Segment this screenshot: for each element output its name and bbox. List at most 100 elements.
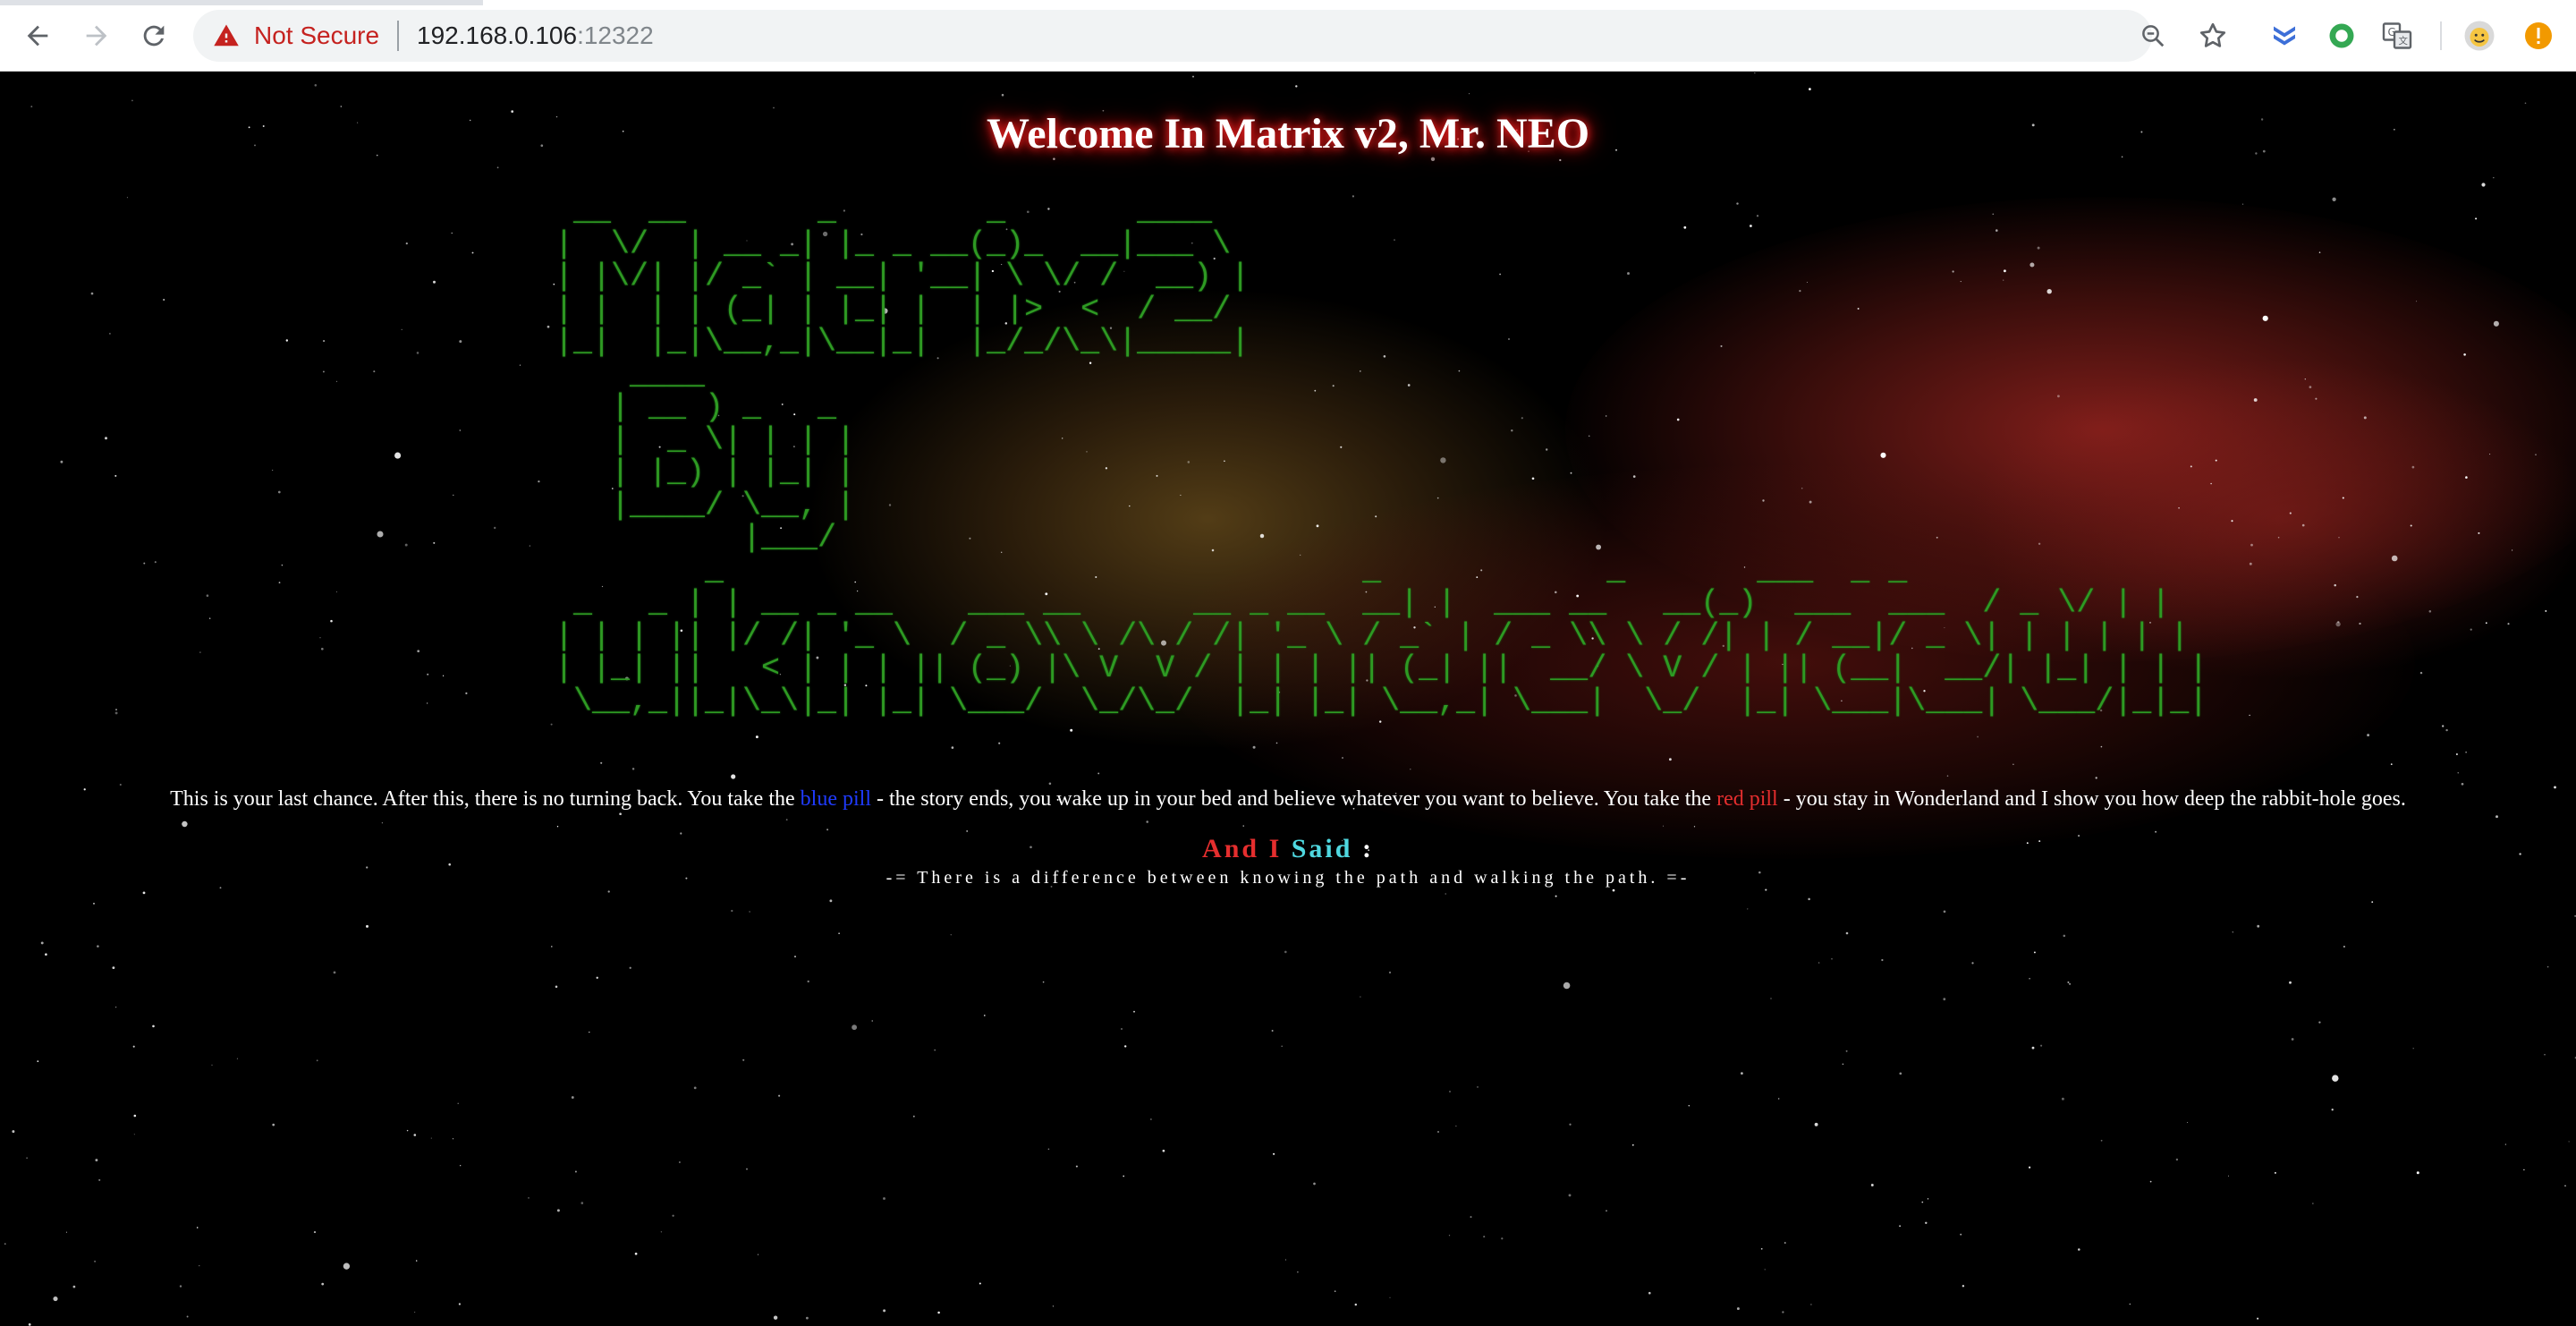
star bbox=[2289, 512, 2292, 514]
star bbox=[335, 591, 337, 593]
star bbox=[186, 1315, 189, 1318]
star bbox=[2257, 1317, 2259, 1320]
star bbox=[2334, 583, 2336, 587]
back-button[interactable] bbox=[18, 16, 57, 55]
ascii-art-banner: __ __ _ _ ____ | \/ | __ _| |_ _ __(_)_ … bbox=[555, 193, 2208, 719]
star bbox=[807, 980, 809, 983]
star bbox=[2470, 628, 2472, 631]
url-text[interactable]: 192.168.0.106:12322 bbox=[417, 21, 654, 51]
star bbox=[629, 966, 631, 969]
star bbox=[1448, 1235, 1451, 1237]
star bbox=[672, 1214, 674, 1217]
star bbox=[571, 1096, 574, 1099]
star bbox=[2416, 1171, 2419, 1175]
extension-button-1[interactable] bbox=[2267, 18, 2302, 54]
star bbox=[1569, 1123, 1572, 1126]
star bbox=[94, 1260, 97, 1262]
reload-button[interactable] bbox=[134, 16, 174, 55]
star bbox=[2274, 1171, 2276, 1174]
star bbox=[1810, 1304, 1812, 1305]
update-button[interactable] bbox=[2521, 18, 2556, 54]
star bbox=[679, 1161, 681, 1163]
update-alert-icon bbox=[2525, 22, 2552, 49]
star bbox=[459, 429, 461, 431]
star bbox=[1870, 1184, 1874, 1186]
star bbox=[1075, 1165, 1078, 1168]
star bbox=[1845, 931, 1849, 935]
star bbox=[199, 651, 201, 653]
star bbox=[2332, 1075, 2339, 1082]
star bbox=[1782, 1311, 1784, 1313]
star bbox=[778, 1094, 781, 1097]
star bbox=[433, 280, 436, 284]
star bbox=[2457, 772, 2459, 774]
star bbox=[794, 956, 796, 958]
zoom-out-icon bbox=[2142, 25, 2165, 47]
extension-button-2[interactable] bbox=[2324, 18, 2360, 54]
star bbox=[154, 561, 157, 564]
star bbox=[90, 292, 94, 295]
star bbox=[2465, 476, 2468, 479]
active-tab-edge[interactable] bbox=[483, 0, 2576, 5]
star bbox=[2033, 951, 2036, 954]
translate-button[interactable]: G文 bbox=[2379, 18, 2415, 54]
star bbox=[1765, 888, 1767, 891]
star bbox=[731, 909, 733, 913]
star bbox=[1921, 1201, 1924, 1203]
star bbox=[1784, 1242, 1786, 1244]
star bbox=[2445, 728, 2448, 732]
star bbox=[1150, 1118, 1152, 1120]
star bbox=[1001, 93, 1004, 97]
star bbox=[2343, 946, 2345, 948]
bookmark-button[interactable] bbox=[2195, 18, 2231, 54]
star bbox=[1563, 982, 1571, 990]
omnibox-separator bbox=[397, 21, 399, 51]
star bbox=[65, 1231, 67, 1233]
star bbox=[2318, 251, 2321, 253]
star bbox=[2359, 622, 2361, 625]
star bbox=[343, 1262, 351, 1270]
star bbox=[2067, 981, 2070, 983]
star bbox=[496, 166, 499, 169]
star bbox=[72, 1285, 76, 1288]
star bbox=[1736, 1307, 1740, 1311]
star bbox=[2524, 102, 2527, 105]
quote-part-3: - you stay in Wonderland and I show you … bbox=[1777, 787, 2406, 811]
star bbox=[433, 541, 436, 544]
star bbox=[2416, 301, 2418, 302]
not-secure-label[interactable]: Not Secure bbox=[254, 21, 379, 51]
matrix-quote: This is your last chance. After this, th… bbox=[0, 785, 2576, 813]
star bbox=[838, 932, 840, 935]
address-bar[interactable]: Not Secure 192.168.0.106:12322 bbox=[193, 10, 2165, 62]
svg-text:G: G bbox=[2388, 26, 2396, 38]
star bbox=[2493, 176, 2495, 179]
star bbox=[105, 437, 107, 440]
star bbox=[115, 709, 117, 710]
star bbox=[1477, 1086, 1479, 1088]
star bbox=[1275, 742, 1278, 744]
star bbox=[236, 1058, 238, 1059]
star bbox=[211, 1064, 213, 1066]
zoom-button[interactable] bbox=[2136, 19, 2170, 53]
warning-icon[interactable] bbox=[213, 22, 240, 49]
star bbox=[2063, 934, 2066, 938]
star bbox=[2277, 536, 2280, 539]
star bbox=[457, 1102, 459, 1105]
star bbox=[2342, 497, 2344, 499]
star bbox=[2546, 965, 2549, 968]
star bbox=[2410, 524, 2412, 527]
star bbox=[132, 1045, 135, 1048]
star bbox=[1943, 998, 1946, 1001]
star bbox=[1445, 893, 1446, 895]
star bbox=[2309, 386, 2312, 388]
star bbox=[2428, 610, 2432, 613]
star bbox=[2568, 1141, 2570, 1143]
quote-part-1: This is your last chance. After this, th… bbox=[170, 787, 801, 811]
star bbox=[131, 99, 133, 102]
profile-button[interactable] bbox=[2462, 18, 2497, 54]
forward-button[interactable] bbox=[77, 16, 116, 55]
star bbox=[1284, 950, 1287, 954]
star bbox=[2465, 751, 2467, 753]
star bbox=[2187, 1121, 2189, 1124]
star bbox=[2231, 520, 2233, 523]
